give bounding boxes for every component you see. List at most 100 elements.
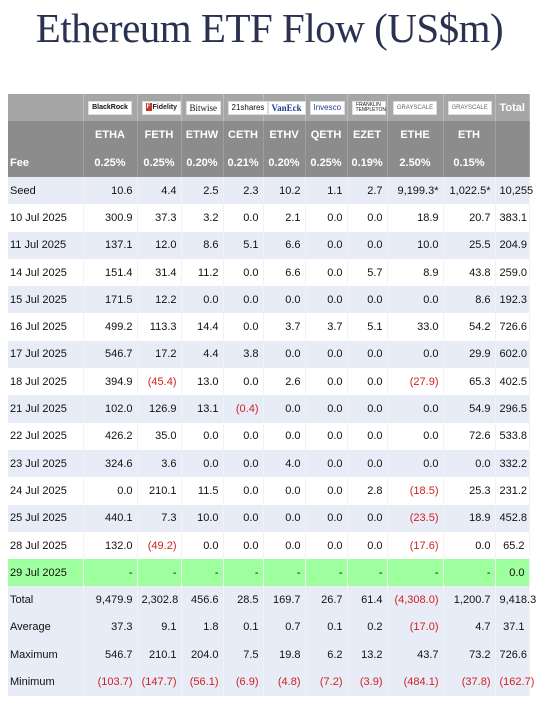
flow-cell: 19.8	[263, 641, 306, 669]
flow-cell: (3.9)	[347, 668, 388, 696]
flow-cell: 2.3	[223, 177, 264, 205]
flow-cell: 2,302.8	[137, 586, 182, 614]
flow-cell: 8.9	[387, 258, 444, 287]
flow-cell: 5.1	[223, 231, 264, 259]
flow-cell: 0.0	[263, 286, 306, 314]
flow-cell: 0.0	[305, 531, 348, 560]
row-total-cell: 0.0	[495, 559, 530, 587]
row-label: Seed	[8, 177, 84, 205]
flow-cell: 0.0	[223, 477, 264, 505]
flow-cell: 8.6	[443, 286, 496, 314]
flow-cell: 0.0	[347, 286, 388, 314]
summary-row: Average 37.3 9.1 1.8 0.1 0.7 0.1 0.2 (17.0) 4.7 37…	[8, 613, 530, 642]
fidelity-logo-text: Fidelity	[152, 104, 178, 111]
flow-cell: 546.7	[83, 340, 138, 369]
flow-cell: 3.7	[263, 313, 306, 341]
flow-cell: 35.0	[137, 422, 182, 450]
flow-cell: (4.8)	[263, 668, 306, 696]
row-total-cell: 192.3	[495, 286, 530, 314]
flow-cell: 0.0	[223, 368, 264, 396]
flow-cell: 0.0	[347, 531, 388, 560]
franklin-templeton-logo: FRANKLIN TEMPLETON	[351, 100, 386, 115]
summary-row: Minimum (103.7) (147.7) (56.1) (6.9) (4.8) (7.…	[8, 668, 534, 696]
fee-value: 0.25%	[137, 149, 182, 177]
flow-cell: 426.2	[83, 422, 138, 450]
flow-cell: -	[387, 559, 444, 587]
flow-cell: 0.0	[181, 422, 224, 450]
flow-cell: 7.5	[223, 641, 264, 669]
bitwise-logo: Bitwise	[185, 100, 222, 115]
flow-cell: 440.1	[83, 504, 138, 532]
flow-cell: 300.9	[83, 204, 138, 232]
ticker-header: ETHW	[181, 121, 224, 149]
flow-cell: 10.0	[181, 504, 224, 532]
summary-row: Maximum 546.7 210.1 204.0 7.5 19.8 6.2 13.2 43.7…	[8, 641, 530, 669]
flow-cell: -	[137, 559, 182, 587]
flow-cell: 10.2	[263, 177, 306, 205]
flow-cell: 0.0	[347, 204, 388, 232]
ticker-row: ETHA FETH ETHW CETH ETHV QETH EZET ETHE …	[8, 121, 530, 149]
row-total-cell: 533.8	[495, 422, 530, 450]
flow-cell: 169.7	[263, 586, 306, 614]
table-row: 24 Jul 2025 0.0 210.1 11.5 0.0 0.0 0.0 2.8 (18.5…	[8, 477, 530, 505]
row-label: Maximum	[8, 641, 84, 669]
flow-cell: 11.5	[181, 477, 224, 505]
flow-cell: (147.7)	[137, 668, 182, 696]
table-row: 18 Jul 2025 394.9 (45.4) 13.0 0.0 2.6 0.0 0.0 (2…	[8, 368, 530, 396]
fee-row: Fee 0.25% 0.25% 0.20% 0.21% 0.20% 0.25% …	[8, 149, 530, 177]
flow-cell: 1,200.7	[443, 586, 496, 614]
flow-cell: 0.0	[305, 422, 348, 450]
flow-cell: 29.9	[443, 340, 496, 369]
flow-cell: 0.0	[223, 504, 264, 532]
table-row: 15 Jul 2025 171.5 12.2 0.0 0.0 0.0 0.0 0.0 0.0 8.…	[8, 286, 530, 314]
fee-label: Fee	[8, 149, 84, 177]
flow-cell: 54.9	[443, 395, 496, 423]
flow-cell: 3.8	[223, 340, 264, 369]
flow-cell: (23.5)	[387, 504, 444, 532]
flow-cell: 43.7	[387, 641, 444, 669]
table-row: 17 Jul 2025 546.7 17.2 4.4 3.8 0.0 0.0 0.0 0.0 29…	[8, 340, 530, 369]
flow-cell: -	[347, 559, 388, 587]
table-row: 14 Jul 2025 151.4 31.4 11.2 0.0 6.6 0.0 5.7 8.9 4…	[8, 258, 530, 287]
flow-cell: 31.4	[137, 258, 182, 287]
flow-cell: 137.1	[83, 231, 138, 259]
flow-cell: 0.0	[347, 340, 388, 369]
page-title: Ethereum ETF Flow (US$m)	[35, 5, 504, 51]
flow-cell: 0.0	[305, 286, 348, 314]
row-label: 17 Jul 2025	[8, 340, 84, 369]
flow-cell: 0.0	[305, 340, 348, 369]
flow-cell: -	[443, 559, 496, 587]
row-label: 21 Jul 2025	[8, 395, 84, 423]
ticker-header: QETH	[305, 121, 348, 149]
flow-cell: (18.5)	[387, 477, 444, 505]
flow-cell: 324.6	[83, 449, 138, 478]
flow-cell: 0.0	[443, 531, 496, 560]
row-total-cell: (162.7)	[495, 668, 534, 696]
flow-cell: 113.3	[137, 313, 182, 341]
flow-cell: 1.1	[305, 177, 348, 205]
flow-cell: 0.0	[305, 368, 348, 396]
row-total-cell: 726.6	[495, 641, 530, 669]
flow-cell: 3.2	[181, 204, 224, 232]
row-total-cell: 383.1	[495, 204, 530, 232]
flow-cell: 26.7	[305, 586, 348, 614]
row-total-cell: 231.2	[495, 477, 530, 505]
row-label: 14 Jul 2025	[8, 258, 84, 287]
table-row: 11 Jul 2025 137.1 12.0 8.6 5.1 6.6 0.0 0.0 10.0 2…	[8, 231, 530, 259]
fee-value: 0.21%	[223, 149, 264, 177]
flow-cell: 0.0	[387, 395, 444, 423]
summary-row: Total 9,479.9 2,302.8 456.6 28.5 169.7 26.7 61.…	[8, 586, 536, 614]
row-label: 11 Jul 2025	[8, 231, 84, 259]
flow-cell: 12.2	[137, 286, 182, 314]
flow-cell: 4.0	[263, 449, 306, 478]
flow-cell: 2.6	[263, 368, 306, 396]
ticker-header: EZET	[347, 121, 388, 149]
flow-cell: 0.0	[305, 395, 348, 423]
flow-cell: 4.4	[137, 177, 182, 205]
flow-cell: 0.0	[347, 422, 388, 450]
flow-cell: 546.7	[83, 641, 138, 669]
fee-value: 0.20%	[263, 149, 306, 177]
flow-cell: 0.0	[347, 504, 388, 532]
flow-cell: (4,308.0)	[387, 586, 444, 614]
row-label: 18 Jul 2025	[8, 368, 84, 396]
